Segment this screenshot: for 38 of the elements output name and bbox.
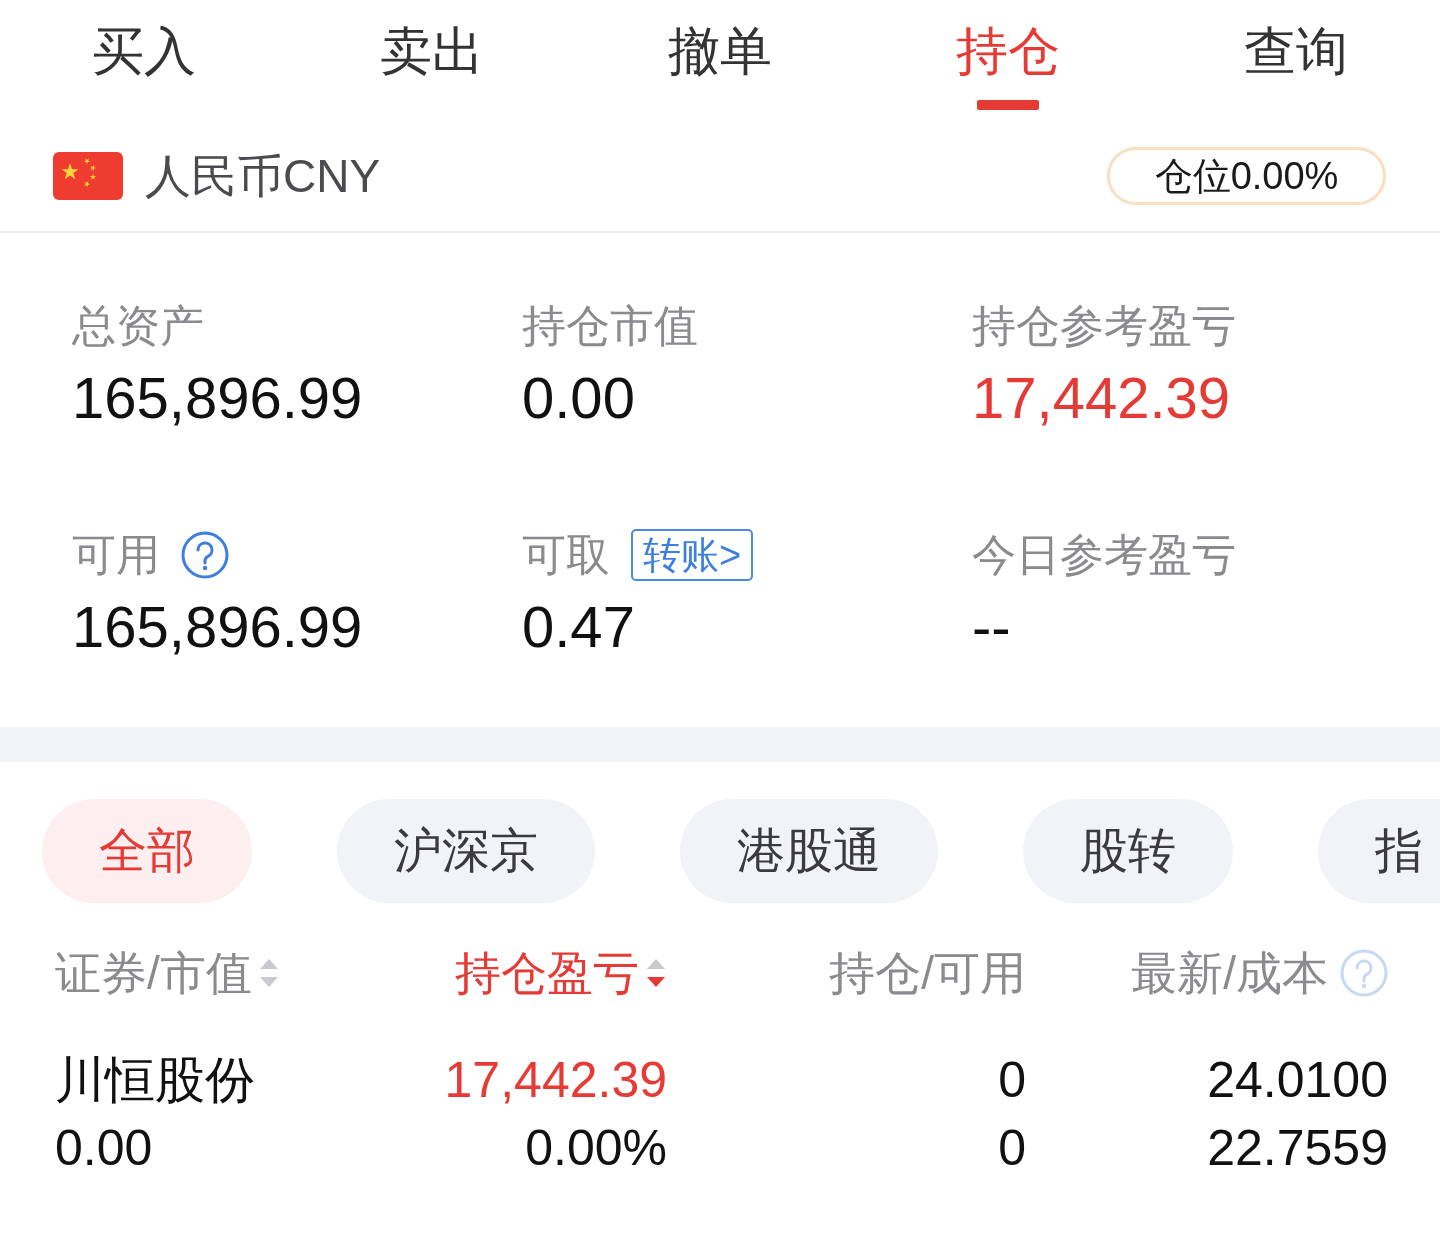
position-ratio-badge: 仓位0.00% [1107,146,1386,205]
currency-label: 人民币CNY [145,148,381,204]
tab[interactable]: 撤单 [576,0,864,120]
tab[interactable]: 查询 [1152,0,1440,120]
filter-chip[interactable]: 沪深京 [337,799,595,903]
summary-label: 持仓市值 [522,300,698,352]
summary-label: 持仓参考盈亏 [972,300,1236,352]
table-cell-text: 0 [998,1119,1026,1178]
tab[interactable]: 卖出 [288,0,576,120]
summary-value: 0.00 [522,364,636,432]
summary-label: 可用 [72,529,160,581]
stock-name[interactable]: 川恒股份 [55,1046,255,1114]
summary-value: -- [972,593,1012,661]
tab[interactable]: 买入 [0,0,288,120]
column-header: 最新/成本 [1131,946,1328,1001]
summary-label: 今日参考盈亏 [972,529,1236,581]
table-cell-text: 22.7559 [1207,1119,1388,1178]
filter-chip[interactable]: 港股通 [680,799,938,903]
table-cell-text: 17,442.39 [444,1051,667,1110]
summary-label: 可取 [522,529,610,581]
summary-value: 165,896.99 [72,364,364,432]
summary-label: 总资产 [72,300,204,352]
table-cell-text: 0.00 [55,1119,153,1178]
summary-value: 0.47 [522,593,636,661]
tab[interactable]: 持仓 [864,0,1152,120]
filter-chip[interactable]: 全部 [42,799,252,903]
summary-value: 17,442.39 [972,364,1232,432]
table-cell-text: 24.0100 [1207,1051,1388,1110]
table-cell-text: 0 [998,1051,1026,1110]
help-icon[interactable] [181,531,229,579]
column-header: 持仓/可用 [829,946,1026,1001]
summary-value: 165,896.99 [72,593,364,661]
filter-chip[interactable]: 指 [1318,799,1440,903]
table-cell-text: 0.00% [525,1119,667,1178]
flag-icon [53,151,123,200]
filter-chip[interactable]: 股转 [1023,799,1233,903]
column-header[interactable]: 持仓盈亏 [455,943,639,1003]
transfer-button[interactable]: 转账> [631,529,754,581]
